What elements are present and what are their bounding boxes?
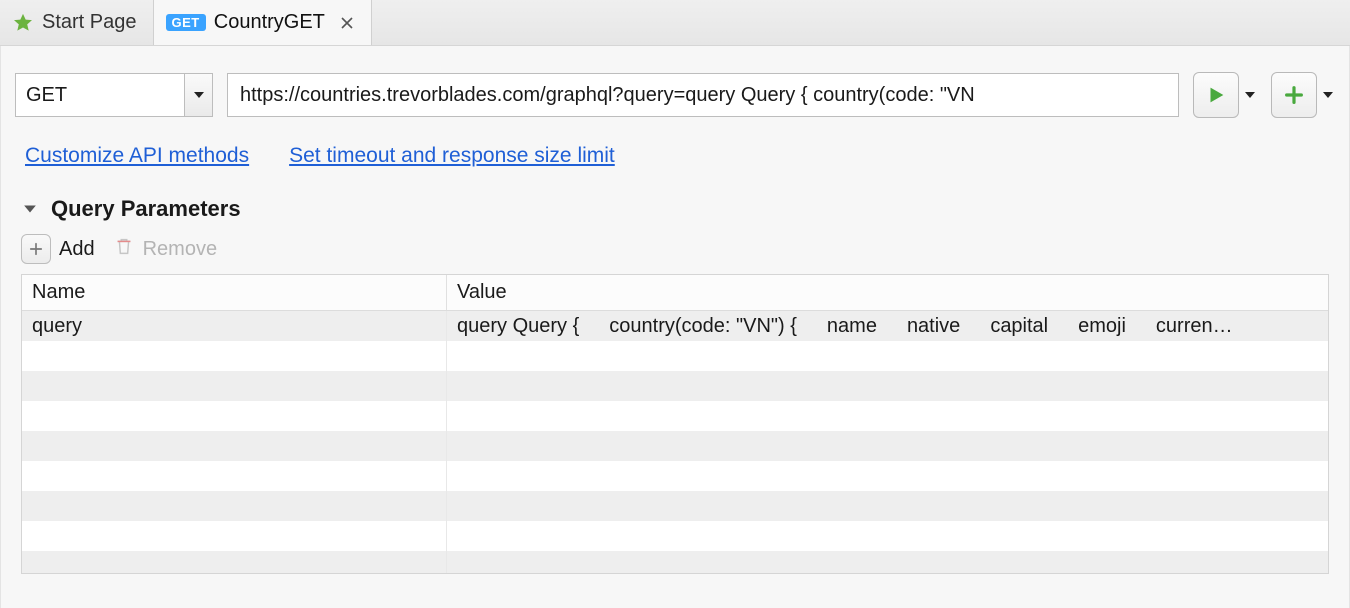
table-row[interactable]	[22, 551, 1328, 574]
trash-icon	[113, 234, 135, 264]
add-param-button[interactable]: Add	[21, 234, 95, 264]
param-name-cell[interactable]	[22, 371, 447, 401]
add-label: Add	[59, 238, 95, 261]
param-value-cell[interactable]	[447, 401, 1328, 431]
url-value: https://countries.trevorblades.com/graph…	[240, 84, 975, 107]
add-group	[1271, 72, 1335, 118]
http-method-value: GET	[16, 84, 184, 107]
table-row[interactable]	[22, 401, 1328, 431]
param-value-cell[interactable]	[447, 521, 1328, 551]
url-input[interactable]: https://countries.trevorblades.com/graph…	[227, 73, 1179, 117]
param-value-cell[interactable]	[447, 461, 1328, 491]
plus-icon	[21, 234, 51, 264]
dropdown-caret-icon	[184, 74, 212, 116]
param-name-cell[interactable]	[22, 491, 447, 521]
tab-bar: Start Page GET CountryGET	[0, 0, 1350, 46]
query-params-header: Query Parameters	[21, 196, 1329, 222]
table-row[interactable]	[22, 431, 1328, 461]
add-menu-caret-icon[interactable]	[1321, 88, 1335, 102]
param-value-cell[interactable]: query Query {country(code: "VN") {namena…	[447, 311, 1328, 341]
table-row[interactable]	[22, 461, 1328, 491]
settings-links: Customize API methods Set timeout and re…	[25, 144, 1325, 168]
table-row[interactable]	[22, 521, 1328, 551]
star-icon	[12, 12, 34, 34]
param-value-cell[interactable]	[447, 341, 1328, 371]
table-body: queryquery Query {country(code: "VN") {n…	[22, 311, 1328, 574]
method-badge: GET	[166, 14, 206, 31]
tab-start-page[interactable]: Start Page	[0, 0, 154, 45]
disclosure-triangle-icon[interactable]	[21, 200, 39, 218]
param-name-cell[interactable]	[22, 461, 447, 491]
add-request-button[interactable]	[1271, 72, 1317, 118]
table-row[interactable]	[22, 491, 1328, 521]
tab-countryget[interactable]: GET CountryGET	[154, 0, 372, 45]
query-params-table: Name Value queryquery Query {country(cod…	[21, 274, 1329, 574]
col-value: Value	[447, 275, 1328, 310]
param-name-cell[interactable]: query	[22, 311, 447, 341]
customize-api-link[interactable]: Customize API methods	[25, 144, 249, 168]
param-name-cell[interactable]	[22, 551, 447, 574]
timeout-link[interactable]: Set timeout and response size limit	[289, 144, 615, 168]
close-icon[interactable]	[339, 15, 355, 31]
tab-label: CountryGET	[214, 11, 325, 34]
section-title: Query Parameters	[51, 196, 241, 222]
http-method-select[interactable]: GET	[15, 73, 213, 117]
param-name-cell[interactable]	[22, 431, 447, 461]
param-toolbar: Add Remove	[21, 234, 1329, 264]
request-panel: GET https://countries.trevorblades.com/g…	[0, 46, 1350, 608]
param-value-cell[interactable]	[447, 491, 1328, 521]
tab-label: Start Page	[42, 11, 137, 34]
col-name: Name	[22, 275, 447, 310]
param-value-cell[interactable]	[447, 551, 1328, 574]
table-row[interactable]	[22, 341, 1328, 371]
param-name-cell[interactable]	[22, 401, 447, 431]
send-group	[1193, 72, 1257, 118]
remove-label: Remove	[143, 238, 217, 261]
param-value-cell[interactable]	[447, 431, 1328, 461]
send-menu-caret-icon[interactable]	[1243, 88, 1257, 102]
remove-param-button: Remove	[113, 234, 217, 264]
param-name-cell[interactable]	[22, 521, 447, 551]
table-row[interactable]: queryquery Query {country(code: "VN") {n…	[22, 311, 1328, 341]
table-header: Name Value	[22, 275, 1328, 311]
param-value-cell[interactable]	[447, 371, 1328, 401]
send-button[interactable]	[1193, 72, 1239, 118]
param-name-cell[interactable]	[22, 341, 447, 371]
table-row[interactable]	[22, 371, 1328, 401]
request-row: GET https://countries.trevorblades.com/g…	[15, 72, 1335, 118]
